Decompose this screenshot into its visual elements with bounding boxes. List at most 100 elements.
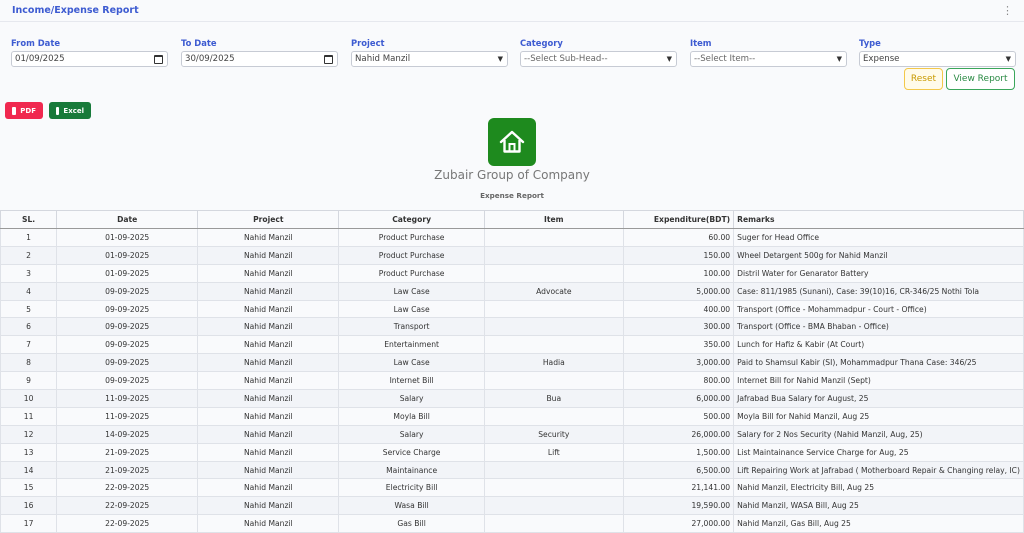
pdf-export-button[interactable]: PDF <box>5 102 43 119</box>
category-select[interactable]: --Select Sub-Head-- ▼ <box>520 51 677 67</box>
report-title: Expense Report <box>480 191 544 200</box>
calendar-icon[interactable] <box>154 54 163 64</box>
cell-category: Moyla Bill <box>338 406 485 426</box>
cell-item <box>483 478 624 498</box>
cell-item <box>483 371 624 391</box>
project-field: Project Nahid Manzil ▼ <box>351 38 508 67</box>
type-select[interactable]: Expense ▼ <box>859 51 1016 67</box>
cell-project: Nahid Manzil <box>197 389 340 408</box>
cell-date: 22-09-2025 <box>56 496 199 516</box>
project-select[interactable]: Nahid Manzil ▼ <box>351 51 508 67</box>
table-row: 9 09-09-2025 Nahid Manzil Internet Bill 800.… <box>0 371 1024 391</box>
item-label: Item <box>690 38 712 48</box>
cell-project: Nahid Manzil <box>197 335 340 355</box>
from-date-input[interactable]: 01/09/2025 <box>11 51 168 67</box>
from-date-label: From Date <box>11 38 60 48</box>
cell-category: Product Purchase <box>338 263 485 283</box>
cell-expenditure: 500.00 <box>622 406 735 426</box>
cell-item <box>483 335 624 355</box>
column-header-category: Category <box>338 210 485 229</box>
page-title: Income/Expense Report <box>12 5 139 16</box>
table-row: 14 21-09-2025 Nahid Manzil Maintainance 6,50… <box>0 460 1024 480</box>
cell-sl: 12 <box>0 424 58 444</box>
cell-remarks: Nahid Manzil, Electricity Bill, Aug 25 <box>733 478 1024 498</box>
cell-expenditure: 19,590.00 <box>622 496 735 516</box>
table-row: 8 09-09-2025 Nahid Manzil Law Case Hadia 3,00… <box>0 353 1024 373</box>
cell-sl: 16 <box>0 496 58 516</box>
view-report-button[interactable]: View Report <box>946 68 1015 90</box>
column-header-project: Project <box>197 210 340 229</box>
reset-button[interactable]: Reset <box>904 68 943 90</box>
to-date-label: To Date <box>181 38 217 48</box>
cell-item <box>483 496 624 516</box>
item-select[interactable]: --Select Item-- ▼ <box>690 51 847 67</box>
column-header-remarks: Remarks <box>733 210 1024 229</box>
column-header-date: Date <box>56 210 199 229</box>
table-header-row: SL. Date Project Category Item Expenditu… <box>0 210 1024 229</box>
table-row: 10 11-09-2025 Nahid Manzil Salary Bua 6,000.0… <box>0 389 1024 408</box>
cell-project: Nahid Manzil <box>197 478 340 498</box>
cell-date: 09-09-2025 <box>56 317 199 337</box>
top-bar: Income/Expense Report ⋮ <box>0 0 1024 22</box>
cell-category: Entertainment <box>338 335 485 355</box>
table-body: 1 01-09-2025 Nahid Manzil Product Purchase 6… <box>0 228 1024 533</box>
project-label: Project <box>351 38 385 48</box>
cell-item <box>483 317 624 337</box>
cell-expenditure: 800.00 <box>622 371 735 391</box>
chevron-down-icon: ▼ <box>836 55 842 63</box>
cell-date: 01-09-2025 <box>56 228 199 247</box>
cell-expenditure: 6,500.00 <box>622 460 735 480</box>
column-header-item: Item <box>483 210 624 229</box>
category-field: Category --Select Sub-Head-- ▼ <box>520 38 677 67</box>
cell-remarks: Wheel Detargent 500g for Nahid Manzil <box>733 245 1024 265</box>
to-date-input[interactable]: 30/09/2025 <box>181 51 338 67</box>
cell-date: 09-09-2025 <box>56 281 199 301</box>
cell-category: Salary <box>338 389 485 408</box>
cell-date: 21-09-2025 <box>56 460 199 480</box>
cell-expenditure: 21,141.00 <box>622 478 735 498</box>
cell-item <box>483 245 624 265</box>
table-row: 5 09-09-2025 Nahid Manzil Law Case 400.00 Tra… <box>0 299 1024 319</box>
cell-expenditure: 100.00 <box>622 263 735 283</box>
company-logo <box>488 118 536 166</box>
type-label: Type <box>859 38 881 48</box>
cell-remarks: Moyla Bill for Nahid Manzil, Aug 25 <box>733 406 1024 426</box>
cell-remarks: Transport (Office - BMA Bhaban - Office) <box>733 317 1024 337</box>
cell-date: 11-09-2025 <box>56 406 199 426</box>
type-value: Expense <box>863 54 900 64</box>
cell-remarks: Lunch for Hafiz & Kabir (At Court) <box>733 335 1024 355</box>
item-field: Item --Select Item-- ▼ <box>690 38 847 67</box>
cell-project: Nahid Manzil <box>197 245 340 265</box>
cell-item: Bua <box>483 389 624 408</box>
cell-project: Nahid Manzil <box>197 406 340 426</box>
cell-remarks: Lift Repairing Work at Jafrabad ( Mother… <box>733 460 1024 480</box>
more-options-icon[interactable]: ⋮ <box>1002 4 1013 17</box>
cell-sl: 1 <box>0 228 58 247</box>
cell-project: Nahid Manzil <box>197 263 340 283</box>
cell-remarks: Case: 811/1985 (Sunani), Case: 39(10)16,… <box>733 281 1024 301</box>
calendar-icon[interactable] <box>324 54 333 64</box>
table-row: 11 11-09-2025 Nahid Manzil Moyla Bill 500.00… <box>0 406 1024 426</box>
table-row: 13 21-09-2025 Nahid Manzil Service Charge Li… <box>0 442 1024 462</box>
file-icon <box>56 106 60 115</box>
cell-project: Nahid Manzil <box>197 299 340 319</box>
cell-project: Nahid Manzil <box>197 460 340 480</box>
column-header-sl: SL. <box>0 210 58 229</box>
company-name: Zubair Group of Company <box>434 168 590 182</box>
cell-remarks: Jafrabad Bua Salary for August, 25 <box>733 389 1024 408</box>
cell-sl: 15 <box>0 478 58 498</box>
cell-category: Wasa Bill <box>338 496 485 516</box>
excel-export-button[interactable]: Excel <box>49 102 91 119</box>
file-icon <box>12 106 17 115</box>
table-row: 1 01-09-2025 Nahid Manzil Product Purchase 6… <box>0 228 1024 247</box>
category-label: Category <box>520 38 563 48</box>
cell-item <box>483 228 624 247</box>
cell-remarks: Salary for 2 Nos Security (Nahid Manzil,… <box>733 424 1024 444</box>
cell-category: Service Charge <box>338 442 485 462</box>
cell-sl: 2 <box>0 245 58 265</box>
cell-remarks: Distril Water for Genarator Battery <box>733 263 1024 283</box>
cell-category: Maintainance <box>338 460 485 480</box>
cell-remarks: Transport (Office - Mohammadpur - Court … <box>733 299 1024 319</box>
cell-date: 09-09-2025 <box>56 335 199 355</box>
cell-expenditure: 350.00 <box>622 335 735 355</box>
